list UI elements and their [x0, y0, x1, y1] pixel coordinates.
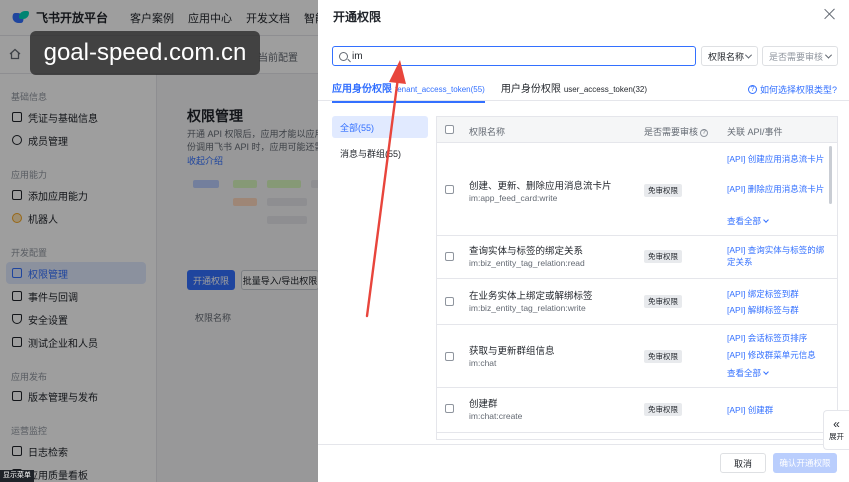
category-messages-groups[interactable]: 消息与群组(55): [332, 142, 428, 164]
view-all-label: 查看全部: [727, 216, 762, 226]
table-row: 创建、更新、删除应用消息流卡片 im:app_feed_card:write 免…: [437, 144, 837, 236]
row-checkbox[interactable]: [445, 352, 454, 361]
api-link[interactable]: [API] 绑定标签到群: [727, 288, 829, 300]
chevron-down-icon: [824, 51, 833, 59]
show-menu-tag[interactable]: 显示菜单: [0, 470, 34, 482]
api-link[interactable]: [API] 会话标签页排序: [727, 332, 829, 344]
api-link[interactable]: [API] 修改群菜单元信息: [727, 349, 829, 361]
search-field-select[interactable]: 权限名称: [701, 46, 758, 66]
table-row: 创建群 im:chat:create 免审权限 [API] 创建群: [437, 388, 837, 433]
double-chevron-left-icon: «: [833, 416, 840, 431]
expand-label: 展开: [829, 431, 844, 441]
table-scrollbar[interactable]: [829, 146, 832, 204]
column-permission-name: 权限名称: [469, 127, 506, 137]
api-link[interactable]: [API] 创建群: [727, 404, 829, 416]
chevron-down-icon: [763, 369, 769, 375]
no-review-badge: 免审权限: [644, 184, 682, 197]
api-link[interactable]: [API] 解绑标签与群: [727, 304, 829, 316]
tab-label: 应用身份权限: [332, 84, 392, 95]
table-row: 查询实体与标签的绑定关系 im:biz_entity_tag_relation:…: [437, 236, 837, 279]
permission-name: 创建、更新、删除应用消息流卡片: [469, 181, 612, 192]
tab-user-permissions[interactable]: 用户身份权限 user_access_token(32): [501, 80, 647, 103]
permission-code: im:biz_entity_tag_relation:write: [469, 303, 586, 313]
permission-code: im:biz_entity_tag_relation:read: [469, 258, 585, 268]
permission-name: 创建群: [469, 399, 498, 410]
close-icon[interactable]: [823, 7, 837, 21]
question-icon: ?: [748, 85, 757, 94]
api-link[interactable]: [API] 查询实体与标签的绑定关系: [727, 244, 829, 268]
row-checkbox[interactable]: [445, 185, 454, 194]
search-input[interactable]: [352, 50, 682, 62]
row-checkbox[interactable]: [445, 404, 454, 413]
permission-name: 查询实体与标签的绑定关系: [469, 246, 584, 257]
column-related-api: 关联 API/事件: [727, 127, 783, 137]
drawer-footer: 取消 确认开通权限: [318, 444, 849, 482]
table-header: 权限名称 是否需要审核? 关联 API/事件: [437, 117, 837, 143]
no-review-badge: 免审权限: [644, 250, 682, 263]
row-checkbox[interactable]: [445, 297, 454, 306]
search-icon: [339, 51, 348, 61]
permission-type-help-link[interactable]: ? 如何选择权限类型?: [748, 83, 837, 96]
permission-code: im:chat: [469, 358, 497, 368]
category-list: 全部(55) 消息与群组(55): [332, 116, 428, 168]
open-permission-drawer: 开通权限 权限名称 是否需要审核 应用身份权限 tenant_access_to…: [318, 0, 849, 482]
table-row: 获取与更新群组信息 im:chat 免审权限 [API] 会话标签页排序 [AP…: [437, 325, 837, 388]
column-review: 是否需要审核?: [644, 125, 709, 138]
permission-code: im:app_feed_card:write: [469, 193, 558, 203]
view-all-link[interactable]: 查看全部: [727, 367, 769, 379]
permission-code: im:chat:create: [469, 411, 523, 421]
permission-name: 在业务实体上绑定或解绑标签: [469, 291, 593, 302]
no-review-badge: 免审权限: [644, 403, 682, 416]
permission-table: 权限名称 是否需要审核? 关联 API/事件 创建、更新、删除应用消息流卡片 i…: [436, 116, 838, 440]
identity-tabs: 应用身份权限 tenant_access_token(55) 用户身份权限 us…: [332, 80, 647, 103]
view-all-label: 查看全部: [727, 368, 762, 378]
help-link-label: 如何选择权限类型?: [760, 85, 838, 95]
chevron-down-icon: [763, 217, 769, 223]
select-all-checkbox[interactable]: [445, 125, 454, 134]
watermark-overlay: goal-speed.com.cn: [30, 31, 260, 75]
column-review-label: 是否需要审核: [644, 127, 699, 137]
no-review-badge: 免审权限: [644, 350, 682, 363]
table-row: 在业务实体上绑定或解绑标签 im:biz_entity_tag_relation…: [437, 279, 837, 325]
search-box[interactable]: [332, 46, 696, 66]
permission-name: 获取与更新群组信息: [469, 346, 555, 357]
review-filter-value: 是否需要审核: [769, 51, 824, 62]
review-filter-select[interactable]: 是否需要审核: [762, 46, 838, 66]
view-all-link[interactable]: 查看全部: [727, 215, 769, 227]
confirm-open-permission-button[interactable]: 确认开通权限: [773, 453, 837, 473]
question-icon[interactable]: ?: [700, 128, 709, 137]
chevron-down-icon: [744, 51, 753, 59]
no-review-badge: 免审权限: [644, 295, 682, 308]
row-checkbox[interactable]: [445, 252, 454, 261]
api-link[interactable]: [API] 删除应用消息流卡片: [727, 183, 829, 195]
category-all[interactable]: 全部(55): [332, 116, 428, 138]
search-field-value: 权限名称: [708, 51, 745, 62]
expand-panel-tab[interactable]: « 展开: [823, 410, 849, 450]
tab-sublabel: user_access_token(32): [563, 85, 647, 94]
tab-sublabel: tenant_access_token(55): [395, 85, 485, 94]
tab-label: 用户身份权限: [500, 84, 561, 95]
api-link[interactable]: [API] 创建应用消息流卡片: [727, 153, 829, 165]
tab-tenant-permissions[interactable]: 应用身份权限 tenant_access_token(55): [332, 80, 485, 103]
cancel-button[interactable]: 取消: [720, 453, 766, 473]
drawer-title: 开通权限: [333, 10, 382, 24]
